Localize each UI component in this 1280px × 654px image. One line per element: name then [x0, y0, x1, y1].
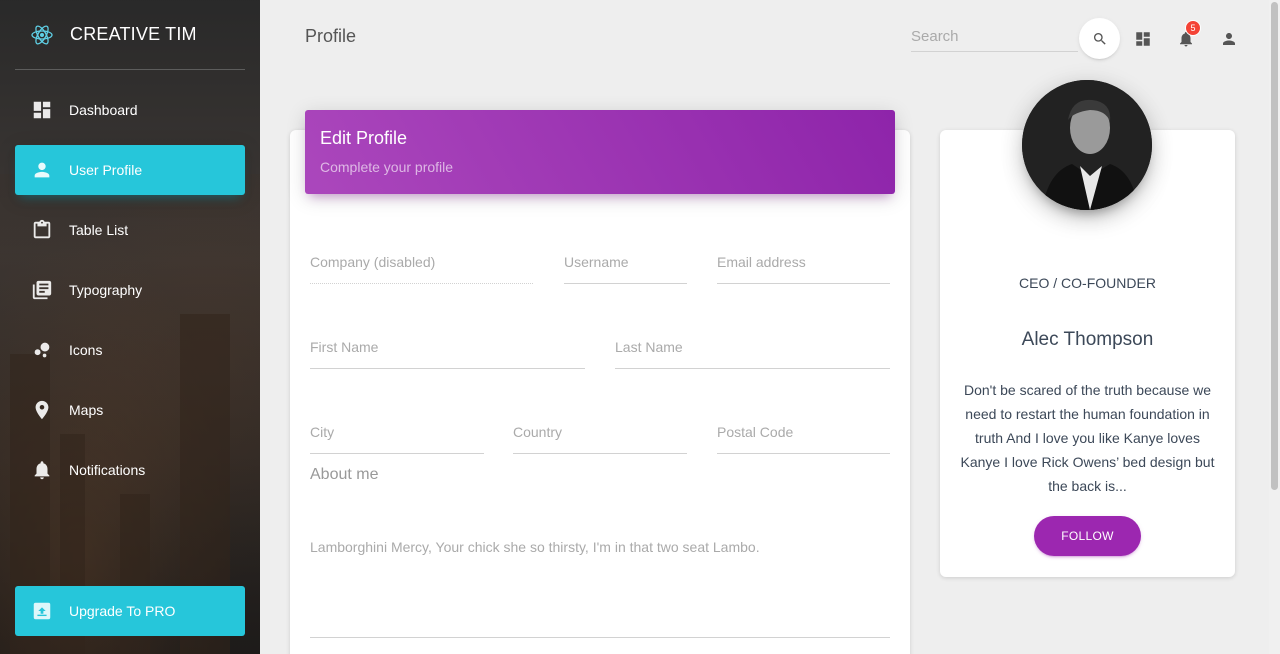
username-label: Username [564, 254, 629, 270]
sidebar-nav: Dashboard User Profile Table List Typogr… [15, 85, 245, 505]
edit-profile-title: Edit Profile [320, 128, 408, 148]
brand-name: CREATIVE TIM [70, 24, 197, 44]
profile-bio: Don't be scared of the truth because we … [960, 382, 1215, 494]
sidebar-item-typography[interactable]: Typography [15, 265, 245, 315]
avatar [1022, 80, 1152, 210]
last-name-field[interactable]: Last Name [615, 339, 890, 369]
edit-profile-subtitle: Complete your profile [320, 159, 454, 175]
profile-name: Alec Thompson [1021, 329, 1154, 350]
profile-role: CEO / CO-FOUNDER [1019, 275, 1156, 291]
username-field[interactable]: Username [564, 254, 687, 284]
postal-code-label: Postal Code [717, 424, 794, 440]
about-me-title: About me [310, 466, 379, 483]
first-name-label: First Name [310, 339, 379, 355]
person-icon [30, 158, 54, 182]
scrollbar-thumb[interactable] [1271, 2, 1278, 490]
search-icon [1093, 32, 1106, 45]
country-label: Country [513, 424, 563, 440]
upgrade-label: Upgrade To PRO [69, 603, 176, 619]
sidebar-item-label: Table List [69, 222, 129, 238]
search-button[interactable] [1079, 18, 1120, 59]
location-pin-icon [30, 398, 54, 422]
sidebar-item-icons[interactable]: Icons [15, 325, 245, 375]
company-label: Company (disabled) [310, 254, 436, 270]
about-me-textarea[interactable]: Lamborghini Mercy, Your chick she so thi… [310, 539, 890, 638]
upgrade-to-pro-button[interactable]: Upgrade To PRO [15, 586, 245, 636]
city-field[interactable]: City [310, 424, 484, 454]
page-scrollbar[interactable] [1269, 0, 1280, 654]
sidebar-item-label: Icons [69, 342, 103, 358]
sidebar-item-label: Maps [69, 402, 104, 418]
sidebar-item-notifications[interactable]: Notifications [15, 445, 245, 495]
first-name-field[interactable]: First Name [310, 339, 585, 369]
email-field[interactable]: Email address [717, 254, 890, 284]
sidebar-item-label: User Profile [69, 162, 143, 178]
clipboard-icon [30, 218, 54, 242]
sidebar-item-label: Dashboard [69, 102, 138, 118]
page-title: Profile [305, 26, 357, 46]
sidebar-item-user-profile[interactable]: User Profile [15, 145, 245, 195]
sidebar-item-label: Typography [69, 282, 143, 298]
postal-code-field[interactable]: Postal Code [717, 424, 890, 454]
dashboard-icon [1136, 32, 1150, 46]
notification-badge: 5 [1185, 20, 1201, 36]
brand-logo[interactable]: CREATIVE TIM [15, 0, 245, 70]
email-label: Email address [717, 254, 806, 270]
sidebar-item-label: Notifications [69, 462, 146, 478]
library-books-icon [30, 278, 54, 302]
person-icon [1223, 33, 1235, 45]
search-input[interactable] [911, 22, 1078, 52]
follow-button[interactable]: FOLLOW [1034, 516, 1141, 556]
unarchive-icon [30, 599, 54, 623]
sidebar-item-table-list[interactable]: Table List [15, 205, 245, 255]
country-field[interactable]: Country [513, 424, 687, 454]
sidebar-item-maps[interactable]: Maps [15, 385, 245, 435]
sidebar: CREATIVE TIM Dashboard User Profile Tabl… [0, 0, 260, 654]
edit-profile-header: Edit Profile Complete your profile [305, 110, 895, 194]
dashboard-menu-button[interactable] [1131, 27, 1155, 51]
last-name-label: Last Name [615, 339, 683, 355]
company-field: Company (disabled) [310, 254, 533, 284]
sidebar-item-dashboard[interactable]: Dashboard [15, 85, 245, 135]
react-atom-icon [31, 24, 53, 45]
city-label: City [310, 424, 335, 440]
user-menu-button[interactable] [1217, 27, 1241, 51]
dashboard-icon [30, 98, 54, 122]
avatar-photo [1022, 80, 1152, 210]
bell-icon [30, 458, 54, 482]
bubble-chart-icon [30, 338, 54, 362]
